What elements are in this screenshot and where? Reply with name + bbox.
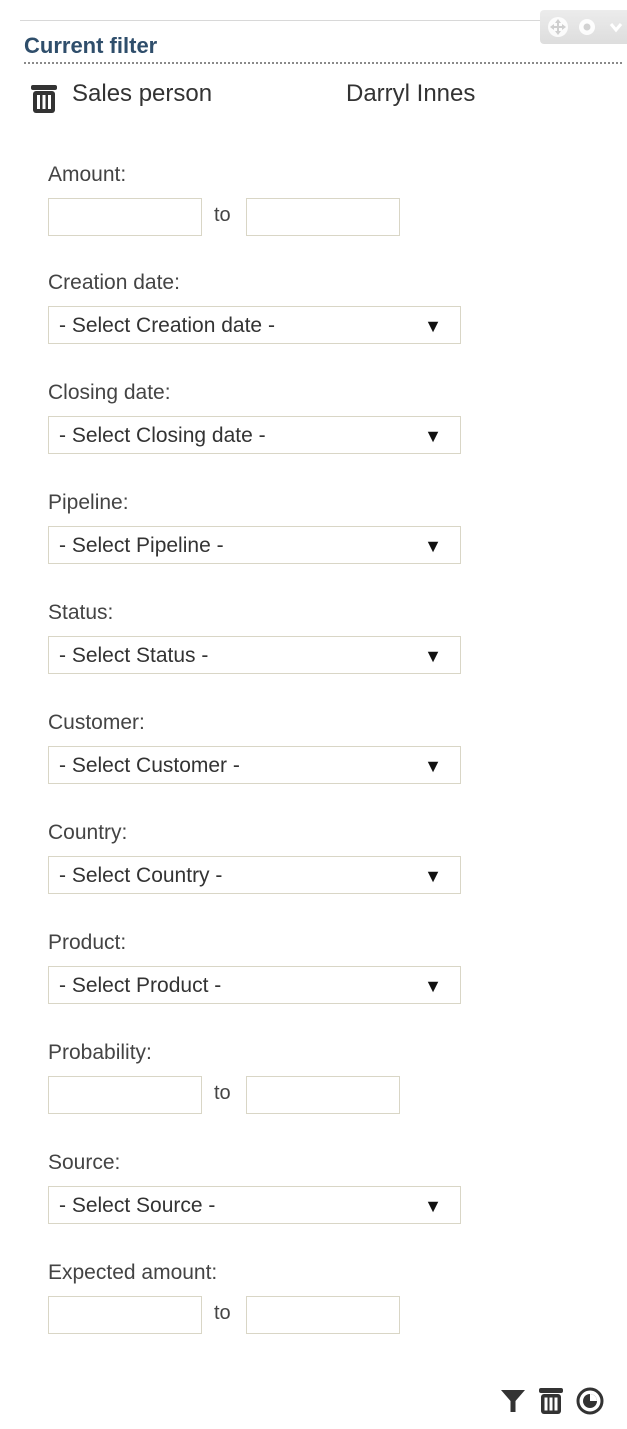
dropdown-arrow-icon: ▼ [424, 536, 442, 556]
select-value: - Select Closing date - [59, 424, 266, 447]
current-filter-value: Darryl Innes [346, 80, 476, 107]
range-to-label: to [214, 1082, 231, 1104]
amount-to-input[interactable] [246, 198, 400, 236]
range-to-label: to [214, 204, 231, 226]
field-label: Status: [48, 601, 114, 624]
pipeline-select[interactable]: - Select Pipeline - ▼ [48, 526, 461, 564]
dropdown-arrow-icon: ▼ [424, 1196, 442, 1216]
field-label: Customer: [48, 711, 145, 734]
field-customer: Customer: - Select Customer - ▼ [48, 708, 468, 784]
select-value: - Select Status - [59, 644, 209, 667]
dropdown-arrow-icon: ▼ [424, 316, 442, 336]
field-label: Probability: [48, 1041, 152, 1064]
field-label: Pipeline: [48, 491, 129, 514]
range-inputs: to [48, 1076, 468, 1114]
reset-icon[interactable] [576, 1387, 604, 1415]
dropdown-arrow-icon: ▼ [424, 426, 442, 446]
closing-date-select[interactable]: - Select Closing date - ▼ [48, 416, 461, 454]
field-label: Amount: [48, 163, 127, 186]
trash-icon[interactable] [30, 84, 58, 121]
filter-actions [500, 1386, 604, 1416]
field-label: Country: [48, 821, 128, 844]
field-closing-date: Closing date: - Select Closing date - ▼ [48, 378, 468, 454]
probability-to-input[interactable] [246, 1076, 400, 1114]
dropdown-arrow-icon: ▼ [424, 976, 442, 996]
field-product: Product: - Select Product - ▼ [48, 928, 468, 1004]
select-value: - Select Creation date - [59, 314, 275, 337]
trash-icon[interactable] [538, 1387, 564, 1415]
field-amount: Amount: to [48, 160, 468, 236]
field-label: Source: [48, 1151, 121, 1174]
field-probability: Probability: to [48, 1038, 468, 1114]
current-filter-key: Sales person [72, 80, 213, 107]
select-value: - Select Source - [59, 1194, 216, 1217]
dropdown-arrow-icon: ▼ [424, 646, 442, 666]
field-creation-date: Creation date: - Select Creation date - … [48, 268, 468, 344]
expected-amount-to-input[interactable] [246, 1296, 400, 1334]
select-value: - Select Customer - [59, 754, 240, 777]
country-select[interactable]: - Select Country - ▼ [48, 856, 461, 894]
creation-date-select[interactable]: - Select Creation date - ▼ [48, 306, 461, 344]
select-value: - Select Country - [59, 864, 223, 887]
current-filter-row: Sales person Darryl Innes [30, 80, 590, 114]
panel-top-divider [20, 20, 560, 21]
status-select[interactable]: - Select Status - ▼ [48, 636, 461, 674]
product-select[interactable]: - Select Product - ▼ [48, 966, 461, 1004]
field-source: Source: - Select Source - ▼ [48, 1148, 468, 1224]
field-label: Expected amount: [48, 1261, 218, 1284]
current-filter-title: Current filter [24, 33, 622, 64]
field-country: Country: - Select Country - ▼ [48, 818, 468, 894]
customer-select[interactable]: - Select Customer - ▼ [48, 746, 461, 784]
field-expected-amount: Expected amount: to [48, 1258, 468, 1334]
field-label: Product: [48, 931, 127, 954]
field-label: Closing date: [48, 381, 171, 404]
filter-icon[interactable] [500, 1388, 526, 1414]
field-pipeline: Pipeline: - Select Pipeline - ▼ [48, 488, 468, 564]
range-inputs: to [48, 1296, 468, 1334]
dropdown-arrow-icon: ▼ [424, 756, 442, 776]
field-label: Creation date: [48, 271, 180, 294]
select-value: - Select Product - [59, 974, 222, 997]
source-select[interactable]: - Select Source - ▼ [48, 1186, 461, 1224]
dropdown-arrow-icon: ▼ [424, 866, 442, 886]
select-value: - Select Pipeline - [59, 534, 224, 557]
range-inputs: to [48, 198, 468, 236]
range-to-label: to [214, 1302, 231, 1324]
field-status: Status: - Select Status - ▼ [48, 598, 468, 674]
amount-from-input[interactable] [48, 198, 202, 236]
expected-amount-from-input[interactable] [48, 1296, 202, 1334]
probability-from-input[interactable] [48, 1076, 202, 1114]
